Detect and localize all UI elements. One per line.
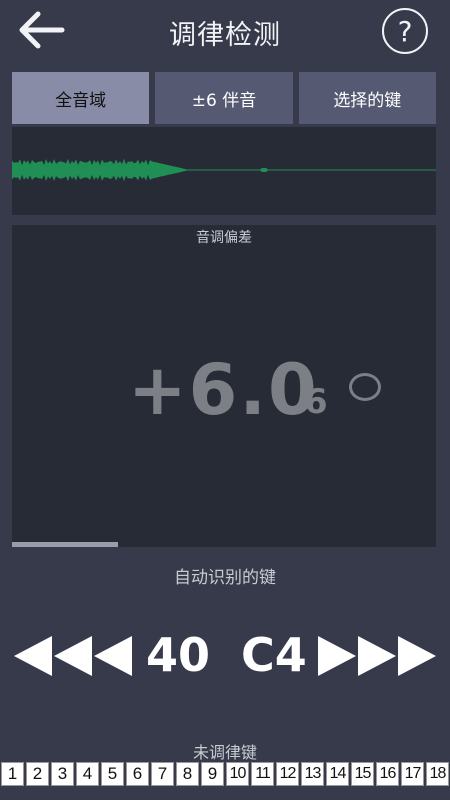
waveform-path bbox=[12, 158, 436, 182]
next-key-button[interactable] bbox=[318, 636, 436, 676]
untuned-keys-label: 未调律键 bbox=[192, 743, 257, 762]
triangle-right-icon bbox=[318, 636, 356, 676]
help-button[interactable]: ? bbox=[382, 8, 428, 54]
untuned-key[interactable]: 12 bbox=[276, 762, 299, 786]
triangle-right-icon bbox=[358, 636, 396, 676]
pitch-deviation-panel: 音调偏差 +6.0 6 bbox=[12, 225, 436, 547]
waveform-display bbox=[12, 127, 436, 215]
tab-full-range[interactable]: 全音域 bbox=[12, 72, 150, 124]
triangle-right-icon bbox=[398, 636, 436, 676]
pitch-deviation-label: 音调偏差 bbox=[196, 230, 252, 246]
pitch-deviation-value: +6.0 bbox=[128, 349, 319, 431]
waveform-graph bbox=[12, 158, 436, 182]
untuned-key[interactable]: 10 bbox=[226, 762, 249, 786]
untuned-keys-list: 1 2 3 4 5 6 7 8 9 10 11 12 13 14 15 16 1… bbox=[0, 762, 450, 786]
key-note-name: C4 bbox=[241, 628, 307, 682]
untuned-key[interactable]: 6 bbox=[126, 762, 149, 786]
untuned-key[interactable]: 18 bbox=[426, 762, 449, 786]
untuned-key[interactable]: 7 bbox=[151, 762, 174, 786]
untuned-key[interactable]: 14 bbox=[326, 762, 349, 786]
tab-plus-minus-6[interactable]: ±6 伴音 bbox=[155, 72, 293, 124]
untuned-key[interactable]: 2 bbox=[26, 762, 49, 786]
triangle-left-icon bbox=[94, 636, 132, 676]
triangle-left-icon bbox=[54, 636, 92, 676]
untuned-key[interactable]: 15 bbox=[351, 762, 374, 786]
untuned-key[interactable]: 16 bbox=[376, 762, 399, 786]
untuned-key[interactable]: 13 bbox=[301, 762, 324, 786]
tab-selected-keys[interactable]: 选择的键 bbox=[298, 72, 436, 124]
untuned-key[interactable]: 1 bbox=[1, 762, 24, 786]
untuned-key[interactable]: 8 bbox=[176, 762, 199, 786]
header: 调律检测 ? bbox=[0, 0, 450, 66]
untuned-key[interactable]: 11 bbox=[251, 762, 274, 786]
untuned-key[interactable]: 5 bbox=[101, 762, 124, 786]
previous-key-button[interactable] bbox=[14, 636, 132, 676]
untuned-key[interactable]: 3 bbox=[51, 762, 74, 786]
triangle-left-icon bbox=[14, 636, 52, 676]
progress-fill bbox=[12, 542, 118, 547]
key-navigator: 40 C4 bbox=[0, 628, 450, 686]
progress-track bbox=[12, 542, 436, 547]
untuned-key[interactable]: 17 bbox=[401, 762, 424, 786]
untuned-key[interactable]: 4 bbox=[76, 762, 99, 786]
tuning-indicator-circle-icon bbox=[349, 373, 381, 401]
auto-detected-key-label: 自动识别的键 bbox=[174, 568, 276, 588]
pitch-deviation-sub-digit: 6 bbox=[304, 382, 328, 422]
range-tabs: 全音域 ±6 伴音 选择的键 bbox=[12, 72, 436, 124]
untuned-key[interactable]: 9 bbox=[201, 762, 224, 786]
key-number: 40 bbox=[146, 628, 211, 682]
